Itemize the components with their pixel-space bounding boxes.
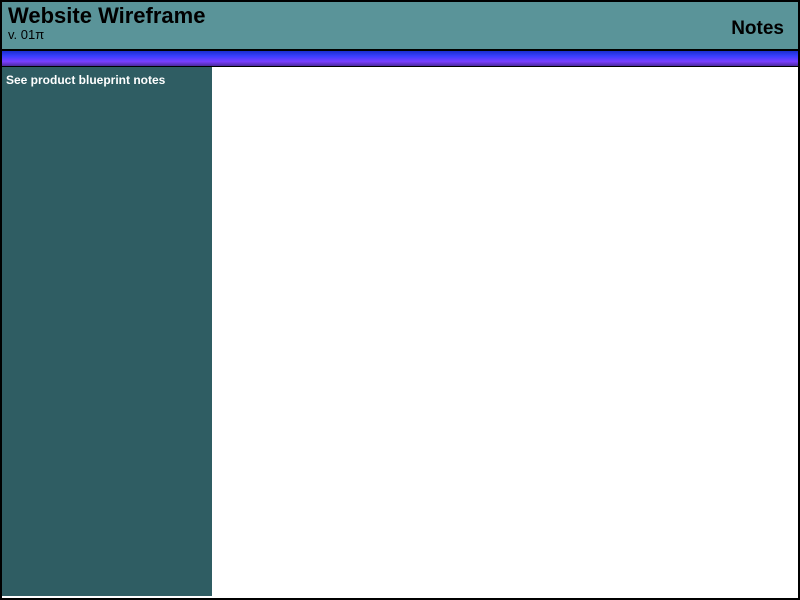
notes-heading: Notes bbox=[731, 18, 784, 40]
version-label: v. 01π bbox=[2, 28, 798, 44]
gradient-divider-bar bbox=[2, 50, 798, 67]
content-area: See product blueprint notes bbox=[2, 67, 798, 596]
header-bar: Website Wireframe v. 01π Notes bbox=[2, 2, 798, 50]
page-title: Website Wireframe bbox=[2, 2, 798, 28]
window-frame: Website Wireframe v. 01π Notes See produ… bbox=[0, 0, 800, 600]
sidebar-note-text: See product blueprint notes bbox=[6, 73, 208, 87]
main-canvas bbox=[212, 67, 798, 596]
sidebar-panel: See product blueprint notes bbox=[2, 67, 212, 596]
